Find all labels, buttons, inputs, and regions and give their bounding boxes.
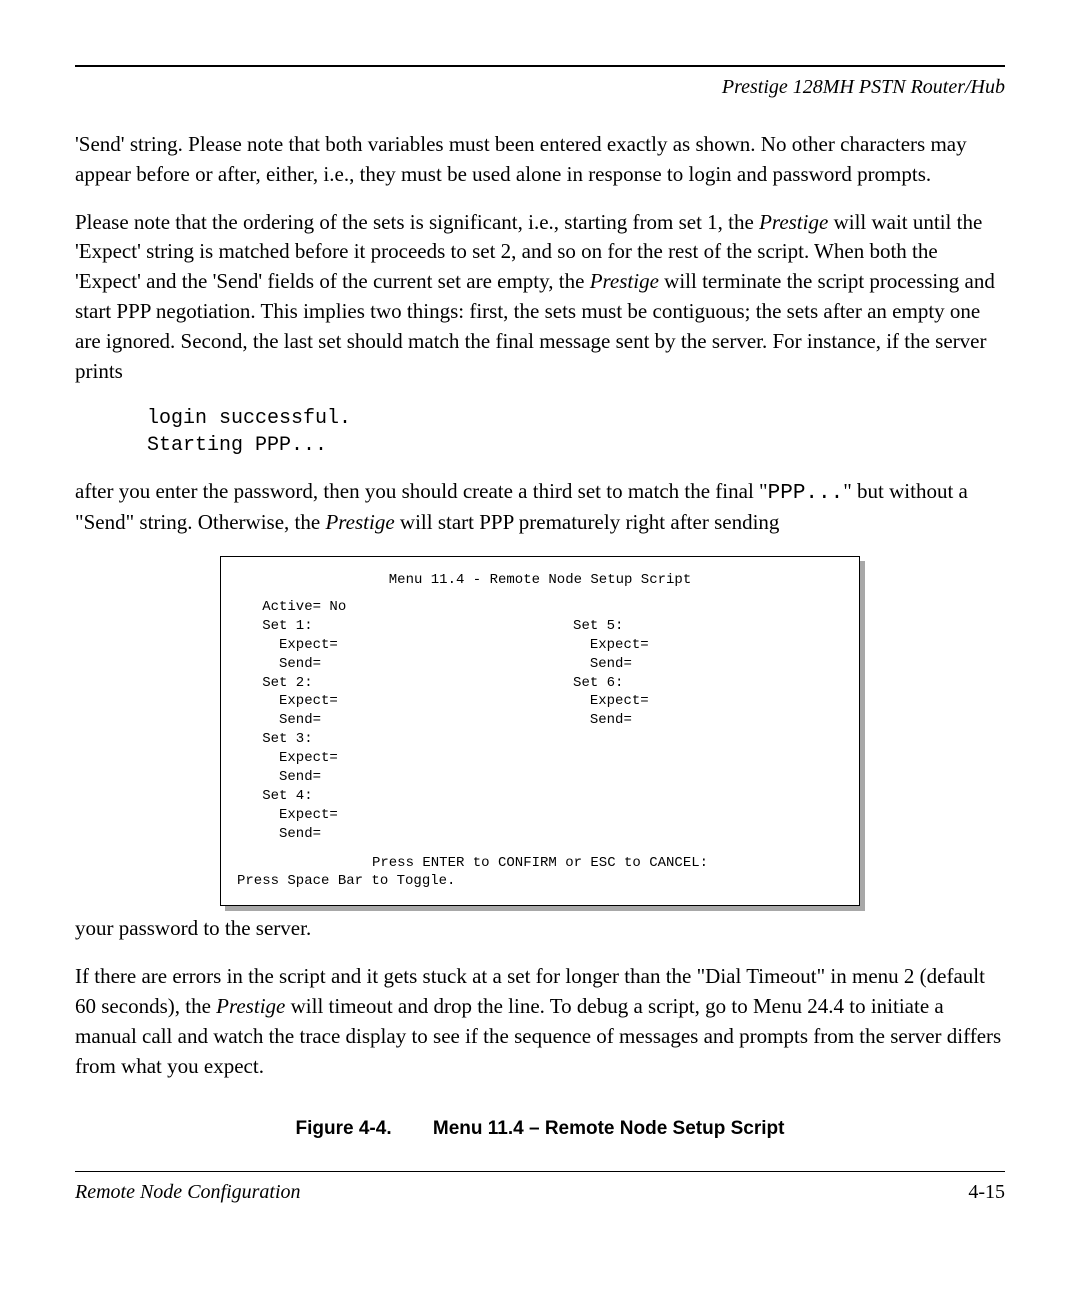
page-number: 4-15 [968, 1178, 1005, 1207]
menu-figure: Menu 11.4 - Remote Node Setup Script Act… [220, 556, 860, 906]
menu-row: Send= Send= [237, 655, 843, 674]
code-block: login successful. Starting PPP... [147, 405, 1005, 459]
body-paragraph: 'Send' string. Please note that both var… [75, 130, 1005, 190]
menu-row: Expect= Expect= [237, 636, 843, 655]
figure-caption: Figure 4-4. Menu 11.4 – Remote Node Setu… [75, 1115, 1005, 1143]
menu-row: Expect= [237, 749, 843, 768]
figure-title: Menu 11.4 – Remote Node Setup Script [433, 1118, 785, 1139]
page-footer: Remote Node Configuration 4-15 [75, 1178, 1005, 1207]
code-line: login successful. [147, 405, 1005, 432]
menu-row: Send= [237, 768, 843, 787]
header-rule [75, 65, 1005, 67]
body-paragraph: If there are errors in the script and it… [75, 962, 1005, 1081]
running-header: Prestige 128MH PSTN Router/Hub [75, 73, 1005, 102]
menu-footer-hint: Press Space Bar to Toggle. [237, 872, 843, 891]
body-paragraph: Please note that the ordering of the set… [75, 208, 1005, 387]
menu-box: Menu 11.4 - Remote Node Setup Script Act… [220, 556, 860, 906]
emphasis-prestige: Prestige [216, 994, 285, 1018]
footer-rule [75, 1171, 1005, 1172]
emphasis-prestige: Prestige [590, 269, 659, 293]
text-fragment: will start PPP prematurely right after s… [395, 510, 780, 534]
text-fragment: Please note that the ordering of the set… [75, 210, 759, 234]
text-fragment: after you enter the password, then you s… [75, 479, 768, 503]
menu-row: Set 2: Set 6: [237, 674, 843, 693]
code-line: Starting PPP... [147, 432, 1005, 459]
menu-row: Send= Send= [237, 711, 843, 730]
menu-row: Active= No [237, 598, 843, 617]
emphasis-prestige: Prestige [325, 510, 394, 534]
menu-row: Expect= [237, 806, 843, 825]
body-paragraph: after you enter the password, then you s… [75, 477, 1005, 539]
menu-row: Set 3: [237, 730, 843, 749]
emphasis-prestige: Prestige [759, 210, 828, 234]
footer-section-name: Remote Node Configuration [75, 1178, 301, 1207]
menu-footer: Press ENTER to CONFIRM or ESC to CANCEL: [237, 854, 843, 873]
menu-row: Set 4: [237, 787, 843, 806]
menu-row: Set 1: Set 5: [237, 617, 843, 636]
menu-row: Expect= Expect= [237, 692, 843, 711]
body-paragraph: your password to the server. [75, 914, 1005, 944]
inline-code: PPP... [768, 482, 844, 505]
menu-title: Menu 11.4 - Remote Node Setup Script [237, 571, 843, 590]
menu-row: Send= [237, 825, 843, 844]
figure-label: Figure 4-4. [296, 1118, 392, 1139]
